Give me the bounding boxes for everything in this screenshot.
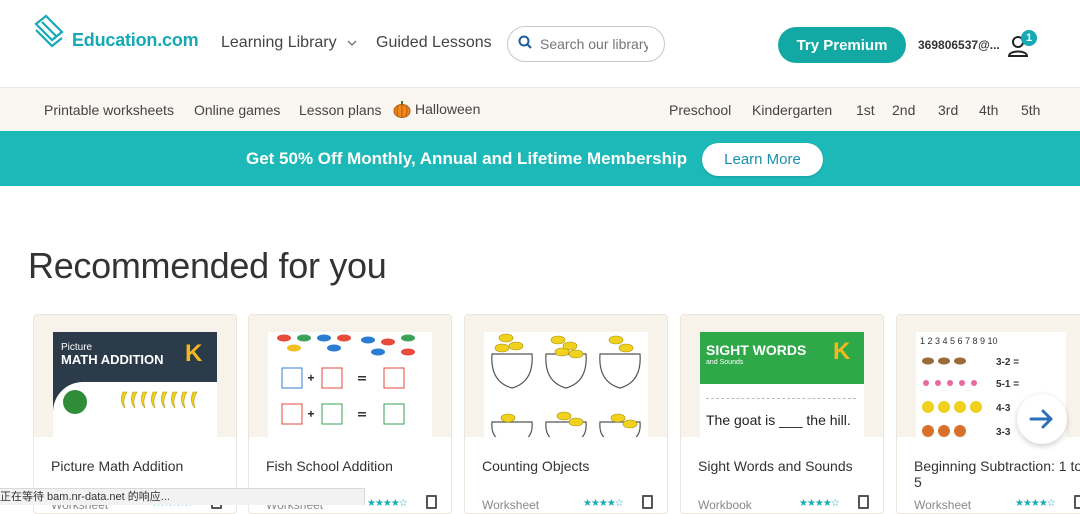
section-title: Recommended for you [28, 245, 387, 286]
arrow-right-icon [1029, 409, 1053, 429]
bookmark-icon[interactable] [1074, 495, 1080, 509]
bookmark-icon[interactable] [858, 495, 869, 509]
svg-text:3-3: 3-3 [996, 427, 1011, 437]
search-icon[interactable] [518, 35, 532, 54]
card-title[interactable]: Beginning Subtraction: 1 to 5 [914, 458, 1080, 490]
card-type: Worksheet [482, 498, 540, 512]
svg-text:1 2 3 4 5 6 7 8 9 10: 1 2 3 4 5 6 7 8 9 10 [920, 336, 998, 346]
picture-math-addition-thumbnail: Picture MATH ADDITION K [53, 332, 217, 437]
grade-5th[interactable]: 5th [1021, 102, 1040, 118]
card-thumbnail[interactable] [465, 315, 667, 437]
card-title[interactable]: Fish School Addition [266, 458, 436, 474]
fish-worksheet-illustration [277, 334, 415, 425]
grade-4th[interactable]: 4th [979, 102, 998, 118]
star-rating: ★★★★☆ [1015, 498, 1056, 509]
grade-badge: K [185, 340, 203, 367]
card-title[interactable]: Picture Math Addition [51, 458, 221, 474]
promo-banner: Get 50% Off Monthly, Annual and Lifetime… [0, 131, 1080, 186]
search-input[interactable] [540, 36, 648, 52]
logo[interactable] [32, 14, 68, 50]
thumb-sentence: The goat is ___ the hill. [706, 412, 851, 428]
counting-objects-thumbnail [484, 332, 648, 437]
carousel-next-button[interactable] [1017, 394, 1067, 444]
card-thumbnail[interactable]: SIGHT WORDS and Sounds K The goat is ___… [681, 315, 883, 437]
grade-kindergarten[interactable]: Kindergarten [752, 102, 832, 118]
card-type: Workbook [698, 498, 752, 512]
star-rating: ★★★★☆ [367, 498, 408, 509]
sub-navigation: Printable worksheets Online games Lesson… [0, 88, 1080, 131]
card-thumbnail[interactable]: Picture MATH ADDITION K [34, 315, 236, 437]
grade-1st[interactable]: 1st [856, 102, 875, 118]
logo-text[interactable]: Education.com [72, 30, 199, 51]
fish-school-addition-thumbnail [268, 332, 432, 437]
notification-badge: 1 [1021, 30, 1037, 46]
subnav-halloween-label: Halloween [415, 101, 481, 117]
subnav-halloween[interactable]: Halloween [393, 100, 480, 118]
bananas-illustration [119, 390, 205, 410]
bookmark-icon[interactable] [426, 495, 437, 509]
subnav-lesson-plans[interactable]: Lesson plans [299, 102, 382, 118]
try-premium-button[interactable]: Try Premium [778, 27, 906, 63]
card-title[interactable]: Counting Objects [482, 458, 652, 474]
grade-preschool[interactable]: Preschool [669, 102, 731, 118]
star-rating: ★★★★☆ [799, 498, 840, 509]
card-thumbnail[interactable] [249, 315, 451, 437]
site-header: Education.com Learning Library Guided Le… [0, 0, 1080, 88]
bookmark-icon[interactable] [642, 495, 653, 509]
resource-card[interactable]: Picture MATH ADDITION K Picture Math Add… [33, 314, 237, 514]
subnav-printable-worksheets[interactable]: Printable worksheets [44, 102, 174, 118]
sight-words-thumbnail: SIGHT WORDS and Sounds K The goat is ___… [700, 332, 864, 437]
resource-card[interactable]: Counting Objects Worksheet ★★★★☆ [464, 314, 668, 514]
chevron-down-icon [347, 34, 357, 52]
pumpkin-icon [393, 100, 411, 118]
nav-learning-library[interactable]: Learning Library [221, 34, 357, 52]
card-title[interactable]: Sight Words and Sounds [698, 458, 868, 474]
pots-of-gold-illustration [491, 333, 641, 437]
logo-icon [34, 14, 64, 48]
user-account-name[interactable]: 369806537@... [918, 38, 1000, 52]
thumb-subtitle: and Sounds [706, 359, 744, 366]
nav-learning-library-label: Learning Library [221, 34, 337, 51]
svg-text:3-2 =: 3-2 = [996, 357, 1019, 368]
promo-banner-text: Get 50% Off Monthly, Annual and Lifetime… [246, 149, 688, 168]
resource-card[interactable]: SIGHT WORDS and Sounds K The goat is ___… [680, 314, 884, 514]
svg-text:4-3: 4-3 [996, 403, 1011, 414]
subnav-online-games[interactable]: Online games [194, 102, 280, 118]
thumb-subtitle: MATH ADDITION [61, 352, 164, 367]
nav-guided-lessons[interactable]: Guided Lessons [376, 34, 492, 52]
card-type: Worksheet [914, 498, 972, 512]
svg-text:5-1 =: 5-1 = [996, 379, 1019, 390]
star-rating: ★★★★☆ [583, 498, 624, 509]
learn-more-button[interactable]: Learn More [702, 143, 823, 176]
resource-card[interactable]: Fish School Addition Worksheet ★★★★☆ [248, 314, 452, 514]
thumb-title: SIGHT WORDS [706, 342, 807, 358]
grade-2nd[interactable]: 2nd [892, 102, 915, 118]
grade-3rd[interactable]: 3rd [938, 102, 958, 118]
tree-illustration [63, 390, 87, 414]
search-box[interactable] [507, 26, 665, 62]
grade-badge: K [833, 338, 851, 365]
browser-status-bar: 正在等待 bam.nr-data.net 的响应... [0, 488, 365, 505]
